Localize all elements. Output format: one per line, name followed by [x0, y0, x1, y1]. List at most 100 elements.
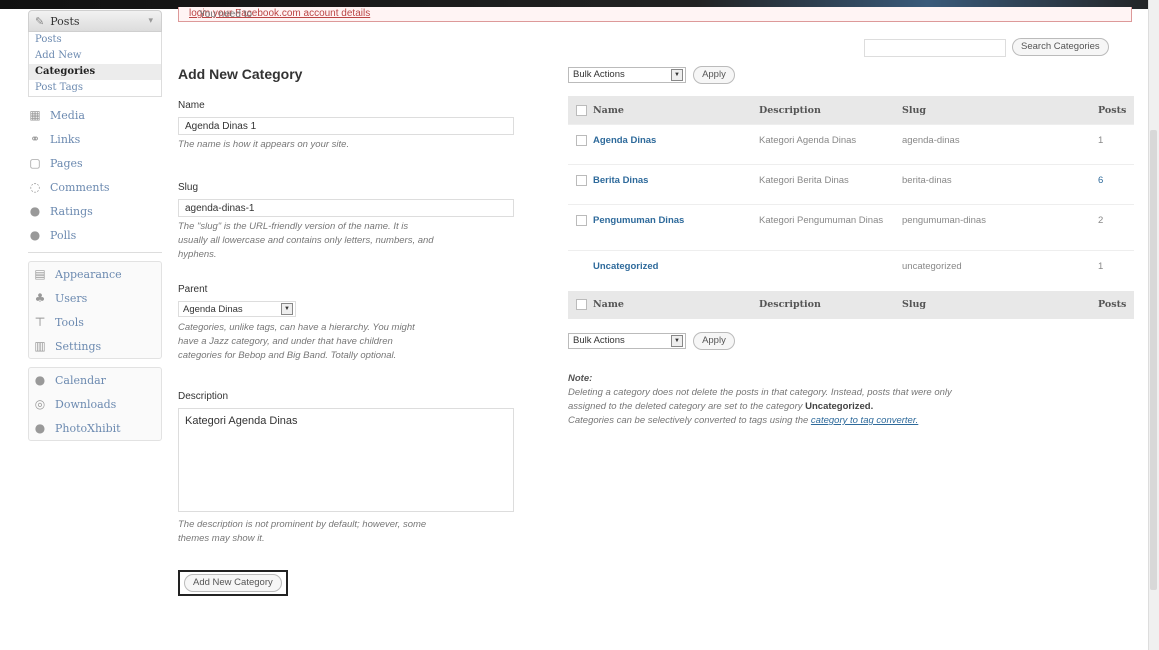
menu-posts[interactable]: ✎ Posts ▾ — [28, 10, 162, 32]
category-slug: agenda-dinas — [901, 124, 1097, 165]
settings-icon: ▥ — [34, 339, 46, 353]
apply-button-bottom[interactable]: Apply — [693, 332, 735, 350]
menu-appearance[interactable]: ▤ Appearance — [33, 262, 161, 286]
pages-icon: ▢ — [29, 156, 41, 170]
category-name-link[interactable]: Berita Dinas — [593, 175, 648, 186]
categories-table: Name Description Slug Posts Agenda Dinas… — [568, 96, 1134, 319]
bulk-actions-select-bottom[interactable]: Bulk Actions ▼ — [568, 332, 686, 349]
col-name-footer[interactable]: Name — [592, 290, 758, 319]
downloads-icon: ◎ — [34, 397, 46, 411]
menu-users[interactable]: ♣ Users — [33, 286, 161, 310]
submenu-posts[interactable]: Posts — [29, 32, 161, 48]
name-hint: The name is how it appears on your site. — [178, 139, 350, 150]
apply-button[interactable]: Apply — [693, 66, 735, 84]
parent-hint: Categories, unlike tags, can have a hier… — [178, 322, 415, 361]
slug-hint: The "slug" is the URL-friendly version o… — [178, 221, 434, 260]
row-checkbox[interactable] — [576, 175, 587, 186]
category-posts[interactable]: 1 — [1097, 250, 1134, 291]
posts-icon: ✎ — [35, 14, 45, 28]
slug-label: Slug — [178, 182, 199, 193]
search-input[interactable] — [864, 39, 1006, 57]
category-posts[interactable]: 6 — [1097, 164, 1134, 205]
parent-label: Parent — [178, 284, 208, 295]
menu-toggle-icon[interactable]: ▾ — [148, 16, 153, 26]
menu-calendar[interactable]: ● Calendar — [33, 368, 161, 392]
users-icon: ♣ — [34, 291, 46, 305]
menu-group-appearance: ▤ Appearance ♣ Users ⊤ Tools ▥ Settings — [28, 261, 162, 359]
ratings-icon: ● — [29, 204, 41, 218]
menu-ratings[interactable]: ● Ratings — [28, 199, 162, 223]
menu-tools[interactable]: ⊤ Tools — [33, 310, 161, 334]
col-posts: Posts — [1097, 96, 1134, 125]
menu-separator — [28, 252, 162, 253]
notice-banner: You need to login your Facebook.com acco… — [178, 7, 1132, 22]
category-posts[interactable]: 1 — [1097, 124, 1134, 165]
table-row: Berita Dinas Kategori Berita Dinas berit… — [568, 164, 1134, 205]
name-input[interactable]: Agenda Dinas 1 — [178, 117, 514, 135]
submit-button-frame: Add New Category — [178, 570, 288, 596]
menu-pages[interactable]: ▢ Pages — [28, 151, 162, 175]
category-slug: pengumuman-dinas — [901, 204, 1097, 251]
submenu-categories[interactable]: Categories — [29, 64, 161, 80]
category-description: Kategori Pengumuman Dinas — [758, 204, 901, 251]
photoxhibit-icon: ● — [34, 421, 46, 435]
table-row: Pengumuman Dinas Kategori Pengumuman Din… — [568, 204, 1134, 251]
parent-select[interactable]: Agenda Dinas ▼ — [178, 301, 296, 317]
menu-media[interactable]: ▦ Media — [28, 103, 162, 127]
scrollbar-thumb[interactable] — [1150, 130, 1157, 590]
slug-input[interactable]: agenda-dinas-1 — [178, 199, 514, 217]
add-category-form: Add New Category Name Agenda Dinas 1 The… — [178, 66, 518, 596]
category-name-link[interactable]: Pengumuman Dinas — [593, 215, 684, 226]
appearance-icon: ▤ — [34, 267, 46, 281]
search-categories-button[interactable]: Search Categories — [1012, 38, 1109, 56]
submenu-post-tags[interactable]: Post Tags — [29, 80, 161, 96]
category-description: Kategori Agenda Dinas — [758, 124, 901, 165]
row-checkbox[interactable] — [576, 135, 587, 146]
category-slug: berita-dinas — [901, 164, 1097, 205]
note-section: Note: Deleting a category does not delet… — [568, 372, 1134, 428]
chevron-down-icon: ▼ — [671, 68, 683, 81]
menu-photoxhibit[interactable]: ● PhotoXhibit — [33, 416, 161, 440]
polls-icon: ● — [29, 228, 41, 242]
description-hint: The description is not prominent by defa… — [178, 519, 427, 544]
tag-converter-link[interactable]: category to tag converter. — [811, 415, 918, 426]
category-description: Kategori Berita Dinas — [758, 164, 901, 205]
category-slug: uncategorized — [901, 250, 1097, 291]
chevron-down-icon: ▼ — [281, 303, 293, 315]
category-name-link[interactable]: Agenda Dinas — [593, 135, 656, 146]
col-name[interactable]: Name — [592, 96, 758, 125]
bulk-actions-select[interactable]: Bulk Actions ▼ — [568, 66, 686, 83]
menu-group-plugins: ● Calendar ◎ Downloads ● PhotoXhibit — [28, 367, 162, 441]
table-row: Agenda Dinas Kategori Agenda Dinas agend… — [568, 124, 1134, 165]
menu-downloads[interactable]: ◎ Downloads — [33, 392, 161, 416]
bulk-actions-bottom: Bulk Actions ▼ Apply — [568, 332, 735, 350]
category-name-link[interactable]: Uncategorized — [593, 261, 658, 272]
col-posts-footer: Posts — [1097, 290, 1134, 319]
menu-comments[interactable]: ◌ Comments — [28, 175, 162, 199]
add-new-category-button[interactable]: Add New Category — [184, 574, 282, 592]
select-all-checkbox-footer[interactable] — [576, 299, 587, 310]
notice-text: You need to — [199, 9, 253, 20]
col-description: Description — [758, 96, 901, 125]
category-posts[interactable]: 2 — [1097, 204, 1134, 251]
select-all-checkbox[interactable] — [576, 104, 587, 116]
form-title: Add New Category — [178, 66, 303, 82]
description-textarea[interactable]: Kategori Agenda Dinas — [178, 408, 514, 512]
description-label: Description — [178, 391, 229, 402]
category-description — [758, 250, 901, 291]
name-label: Name — [178, 100, 205, 111]
vertical-scrollbar[interactable] — [1148, 0, 1159, 650]
menu-settings[interactable]: ▥ Settings — [33, 334, 161, 358]
table-footer: Name Description Slug Posts — [568, 290, 1134, 319]
menu-polls[interactable]: ● Polls — [28, 223, 162, 247]
posts-submenu: Posts Add New Categories Post Tags — [28, 32, 162, 97]
tools-icon: ⊤ — [34, 315, 46, 329]
chevron-down-icon: ▼ — [671, 334, 683, 347]
comments-icon: ◌ — [29, 180, 41, 194]
col-slug-footer: Slug — [901, 290, 1097, 319]
submenu-add-new[interactable]: Add New — [29, 48, 161, 64]
row-checkbox[interactable] — [576, 215, 587, 226]
table-row: Uncategorized uncategorized 1 — [568, 250, 1134, 291]
menu-links[interactable]: ⚭ Links — [28, 127, 162, 151]
admin-sidebar: ✎ Posts ▾ Posts Add New Categories Post … — [28, 10, 162, 441]
